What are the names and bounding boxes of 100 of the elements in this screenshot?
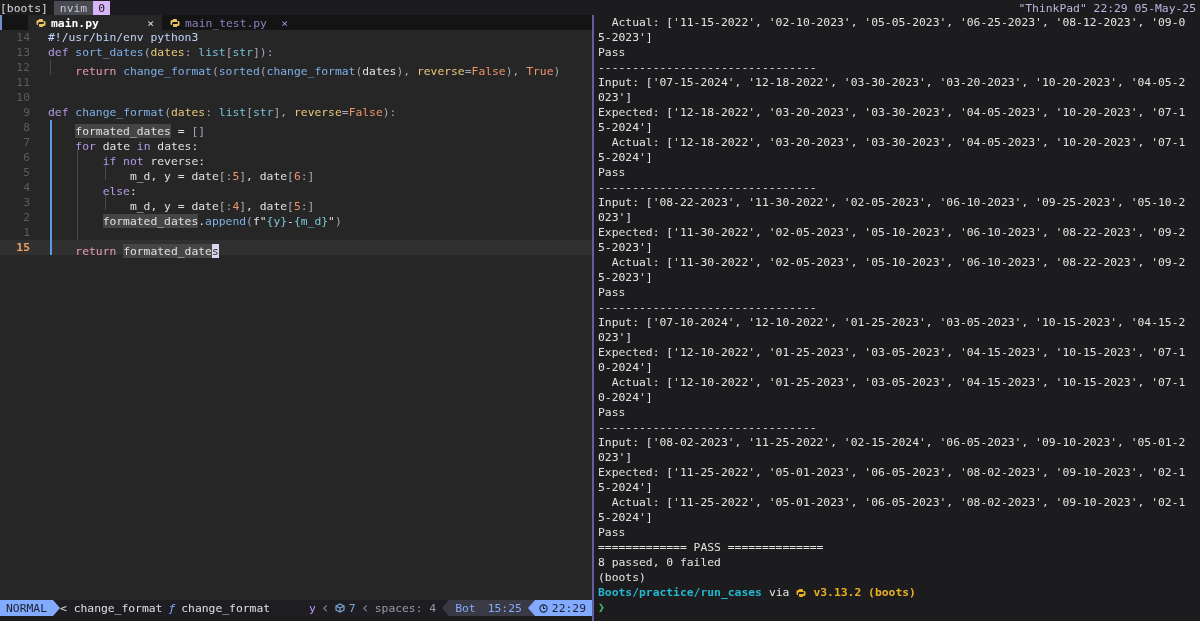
- code-reference: formated_dates: [75, 124, 171, 138]
- breadcrumb: < change_format: [60, 601, 163, 615]
- code-punctuation: ):: [382, 105, 397, 119]
- code-editor[interactable]: [0, 30, 592, 600]
- code-function: sorted: [218, 64, 260, 78]
- terminal-line: Actual: ['11-15-2022', '02-10-2023', '05-05-2023', '06-25-2023', '08-12-2023', '09-0: [610, 15, 1187, 30]
- code-punctuation: (: [259, 64, 267, 78]
- terminal-line: 8 passed, 0 failed: [598, 555, 722, 570]
- register-indicator: y: [308, 601, 316, 615]
- code-function: append: [205, 214, 247, 228]
- terminal-line: Actual: ['11-30-2022', '02-05-2023', '05-10-2023', '06-10-2023', '08-22-2023', '09-2: [610, 255, 1187, 270]
- code-punctuation: (: [355, 64, 363, 78]
- terminal-line: (boots): [598, 570, 647, 585]
- code-text: :: [129, 184, 137, 198]
- diagnostic-count: 7: [348, 601, 356, 615]
- terminal-line: --------------------------------: [598, 60, 818, 75]
- terminal-line: Expected: ['11-30-2022', '02-05-2023', '05-10-2023', '06-10-2023', '08-22-2023', '09-2: [598, 225, 1187, 240]
- code-keyword: return: [75, 244, 118, 258]
- text-cursor: s: [211, 244, 219, 258]
- file-type-icon: [36, 17, 46, 28]
- code-text: , date: [246, 169, 288, 183]
- code-text: dates:: [156, 139, 199, 153]
- terminal-line: 5-2023']: [598, 30, 654, 45]
- code-type: list: [218, 105, 247, 119]
- window-tab[interactable]: nvim: [53, 0, 94, 15]
- code-punctuation: [: [246, 105, 253, 119]
- file-tab[interactable]: main_test.py ×: [162, 15, 296, 30]
- code-interpolation: {m_d}: [293, 214, 329, 228]
- mode-arrow: [53, 600, 60, 616]
- prompt-path: Boots/practice/run_cases: [598, 585, 762, 600]
- close-icon[interactable]: ×: [147, 15, 154, 30]
- close-icon[interactable]: ×: [281, 15, 288, 30]
- code-text: m_d, y = date: [129, 199, 219, 213]
- window-index: 0: [93, 0, 110, 15]
- terminal-line: ============= PASS ==============: [598, 540, 825, 555]
- terminal-line: 5-2023']: [598, 270, 654, 285]
- code-punctuation: ),: [505, 64, 521, 78]
- code-punctuation: =: [341, 105, 349, 119]
- code-reference: formated_dates: [102, 214, 199, 228]
- terminal-line: Pass: [598, 525, 627, 540]
- code-literal: True: [526, 64, 554, 78]
- code-keyword: for: [75, 139, 96, 153]
- terminal-line: 5-2024']: [598, 480, 654, 495]
- code-punctuation: ): [334, 214, 342, 228]
- separator: ‹: [320, 599, 330, 617]
- file-tab[interactable]: main.py ×: [28, 15, 162, 30]
- code-punctuation: :]: [300, 199, 315, 213]
- clock: 22:29: [534, 600, 592, 616]
- code-comment: #!/usr/bin/env python3: [48, 30, 199, 44]
- code-type: str: [232, 45, 253, 59]
- mode-indicator: NORMAL: [0, 600, 53, 616]
- terminal-line: 5-2024']: [598, 150, 654, 165]
- code-function: change_format: [75, 105, 165, 119]
- code-number: 5: [232, 169, 240, 183]
- terminal-line: Input: ['08-22-2023', '11-30-2022', '02-05-2023', '06-10-2023', '09-25-2023', '05-10-2: [598, 195, 1187, 210]
- code-parameter: dates: [150, 45, 185, 59]
- terminal-line: Input: ['07-10-2024', '12-10-2022', '01-25-2023', '03-05-2023', '10-15-2023', '04-15-2: [598, 315, 1187, 330]
- code-punctuation: ): [553, 64, 561, 78]
- terminal-line: Actual: ['12-18-2022', '03-20-2023', '03-30-2023', '04-05-2023', '10-20-2023', '07-1: [610, 135, 1187, 150]
- function-symbol: ƒ: [168, 601, 176, 615]
- terminal-line: 5-2023']: [598, 240, 654, 255]
- code-keyword: if not: [102, 154, 144, 168]
- terminal-line: Input: ['07-15-2024', '12-18-2022', '03-30-2023', '03-20-2023', '10-20-2023', '04-05-2: [598, 75, 1187, 90]
- terminal-line: Expected: ['12-10-2022', '01-25-2023', '03-05-2023', '04-15-2023', '10-15-2023', '07-1: [598, 345, 1187, 360]
- prompt-text: via: [768, 585, 790, 600]
- code-text: reverse:: [149, 154, 206, 168]
- code-text: .: [198, 214, 206, 228]
- code-punctuation: ),: [396, 64, 412, 78]
- terminal-line: --------------------------------: [598, 420, 818, 435]
- indent-setting: spaces: 4: [374, 601, 437, 615]
- code-function: change_format: [123, 64, 212, 78]
- code-punctuation: =: [464, 64, 472, 78]
- separator: ‹: [360, 599, 370, 617]
- code-punctuation: []: [191, 124, 206, 138]
- code-parameter: dates: [170, 105, 206, 119]
- code-punctuation: :: [184, 45, 193, 59]
- code-type: list: [198, 45, 226, 59]
- code-punctuation: (: [164, 105, 171, 119]
- code-punctuation: [: [225, 45, 233, 59]
- terminal-line: Expected: ['12-18-2022', '03-20-2023', '03-30-2023', '04-05-2023', '10-20-2023', '07-1: [598, 105, 1187, 120]
- code-keyword: return: [75, 64, 118, 78]
- code-punctuation: (: [246, 214, 253, 228]
- code-punctuation: (: [143, 45, 151, 59]
- terminal-line: Pass: [598, 165, 627, 180]
- clock-icon: [538, 603, 548, 613]
- code-text: date: [101, 139, 131, 153]
- code-punctuation: [: [287, 169, 294, 183]
- terminal-line: --------------------------------: [598, 180, 818, 195]
- code-number: 6: [293, 169, 301, 183]
- code-keyword: def: [48, 45, 70, 59]
- session-name: [boots]: [0, 0, 49, 15]
- code-punctuation: ]):: [252, 45, 274, 59]
- code-text: =: [176, 124, 186, 138]
- code-punctuation: [:: [218, 169, 233, 183]
- line-number: 15: [15, 240, 31, 255]
- terminal-line: 023']: [598, 450, 634, 465]
- code-punctuation: ]: [239, 169, 247, 183]
- code-number: 5: [293, 199, 301, 213]
- code-number: 4: [232, 199, 240, 213]
- terminal-line: 023']: [598, 90, 634, 105]
